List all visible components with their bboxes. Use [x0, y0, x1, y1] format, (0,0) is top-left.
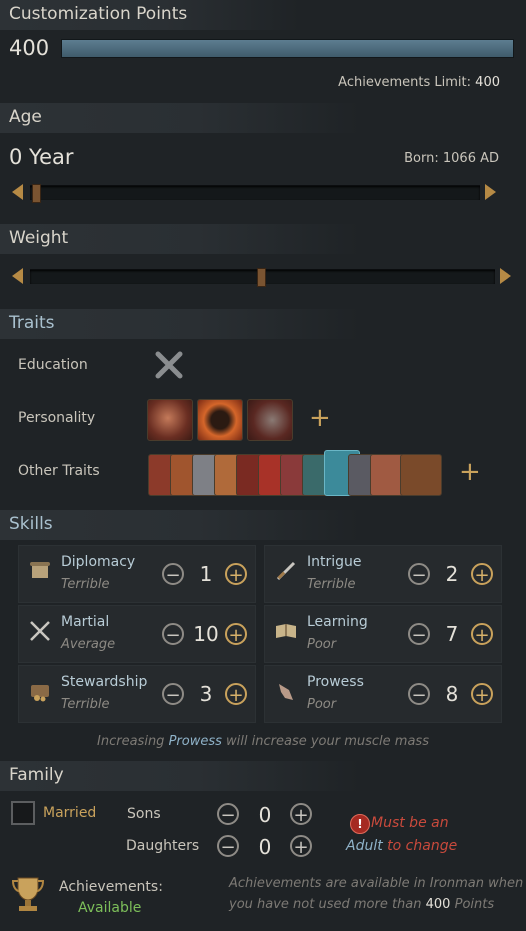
daughters-label: Daughters: [126, 838, 200, 854]
skill-value: 3: [199, 682, 213, 706]
age-slider-handle[interactable]: [32, 184, 41, 203]
warning-line2: Adult to change: [346, 838, 458, 854]
skill-level: Terrible: [307, 577, 356, 592]
skill-name: Stewardship: [61, 674, 148, 690]
decrease-intrigue-button[interactable]: −: [408, 563, 430, 586]
increase-intrigue-button[interactable]: +: [471, 563, 493, 586]
personality-trait-2-icon[interactable]: [197, 399, 243, 441]
born-date: Born: 1066 AD: [404, 151, 499, 166]
skill-value: 8: [445, 682, 459, 706]
daughters-value: 0: [258, 835, 272, 859]
married-label: Married: [43, 805, 97, 821]
skill-value: 1: [199, 562, 213, 586]
skill-level: Average: [61, 637, 116, 652]
increase-sons-button[interactable]: +: [290, 803, 312, 826]
trophy-icon: [10, 874, 46, 914]
skill-value: 2: [445, 562, 459, 586]
personality-trait-1-icon[interactable]: [147, 399, 193, 441]
education-label: Education: [18, 357, 88, 373]
family-header: Family: [0, 761, 360, 791]
skill-value: 7: [445, 622, 459, 646]
increase-learning-button[interactable]: +: [471, 623, 493, 646]
other-traits-label: Other Traits: [18, 463, 100, 479]
achievements-limit: Achievements Limit: 400: [338, 75, 500, 90]
skill-name: Intrigue: [307, 554, 362, 570]
skills-title: Skills: [9, 514, 53, 534]
married-checkbox[interactable]: [11, 801, 35, 825]
traits-title: Traits: [9, 313, 55, 333]
skill-card-martial: Martial Average − 10 +: [18, 605, 256, 663]
skills-header: Skills: [0, 510, 360, 540]
age-value: 0 Year: [9, 145, 74, 169]
skill-level: Terrible: [61, 697, 110, 712]
sons-value: 0: [258, 803, 272, 827]
points-value: 400: [9, 36, 50, 60]
family-title: Family: [9, 765, 64, 785]
scroll-icon: [29, 560, 51, 582]
achievements-note-line1: Achievements are available in Ironman wh…: [229, 876, 524, 891]
skill-name: Diplomacy: [61, 554, 136, 570]
dagger-icon: [275, 560, 297, 582]
age-slider[interactable]: [30, 184, 480, 203]
customization-title: Customization Points: [9, 4, 188, 24]
age-decrease-arrow-icon[interactable]: [12, 184, 23, 200]
increase-diplomacy-button[interactable]: +: [225, 563, 247, 586]
other-trait-icon[interactable]: [370, 454, 404, 496]
skill-name: Learning: [307, 614, 368, 630]
skill-level: Poor: [307, 637, 337, 652]
customization-header: Customization Points: [0, 0, 300, 30]
personality-label: Personality: [18, 410, 96, 426]
skill-level: Terrible: [61, 577, 110, 592]
fist-icon: [275, 680, 297, 702]
skill-card-intrigue: Intrigue Terrible − 2 +: [264, 545, 502, 603]
age-header: Age: [0, 103, 360, 133]
skill-name: Prowess: [307, 674, 364, 690]
achievements-status: Available: [78, 900, 142, 916]
skill-card-stewardship: Stewardship Terrible − 3 +: [18, 665, 256, 723]
add-other-trait-icon[interactable]: +: [459, 459, 481, 485]
sons-label: Sons: [127, 806, 161, 822]
skill-card-prowess: Prowess Poor − 8 +: [264, 665, 502, 723]
points-bar: [61, 39, 514, 58]
weight-slider-handle[interactable]: [257, 268, 266, 287]
warning-icon: !: [350, 814, 370, 834]
decrease-martial-button[interactable]: −: [162, 623, 184, 646]
decrease-diplomacy-button[interactable]: −: [162, 563, 184, 586]
increase-stewardship-button[interactable]: +: [225, 683, 247, 706]
decrease-daughters-button[interactable]: −: [217, 835, 239, 858]
increase-daughters-button[interactable]: +: [290, 835, 312, 858]
weight-increase-arrow-icon[interactable]: [500, 268, 511, 284]
decrease-sons-button[interactable]: −: [217, 803, 239, 826]
decrease-stewardship-button[interactable]: −: [162, 683, 184, 706]
decrease-learning-button[interactable]: −: [408, 623, 430, 646]
achievements-note-line2: you have not used more than 400 Points: [229, 897, 495, 912]
other-trait-icon[interactable]: [400, 454, 442, 496]
increase-martial-button[interactable]: +: [225, 623, 247, 646]
traits-header: Traits: [0, 309, 360, 339]
skills-hint: Increasing Prowess will increase your mu…: [97, 734, 429, 749]
empty-education-icon[interactable]: [154, 350, 184, 380]
other-traits-group: [148, 450, 442, 496]
increase-prowess-button[interactable]: +: [471, 683, 493, 706]
decrease-prowess-button[interactable]: −: [408, 683, 430, 706]
warning-line1: Must be an: [371, 815, 449, 831]
skill-level: Poor: [307, 697, 337, 712]
skill-value: 10: [193, 622, 219, 646]
weight-title: Weight: [9, 228, 69, 248]
weight-header: Weight: [0, 224, 360, 254]
book-icon: [275, 620, 297, 642]
add-personality-icon[interactable]: +: [309, 405, 331, 431]
age-increase-arrow-icon[interactable]: [485, 184, 496, 200]
skill-card-diplomacy: Diplomacy Terrible − 1 +: [18, 545, 256, 603]
skill-card-learning: Learning Poor − 7 +: [264, 605, 502, 663]
crossed-swords-icon: [29, 620, 51, 642]
weight-slider[interactable]: [30, 268, 495, 287]
age-title: Age: [9, 107, 42, 127]
weight-decrease-arrow-icon[interactable]: [12, 268, 23, 284]
achievements-label: Achievements:: [59, 879, 163, 895]
skill-name: Martial: [61, 614, 110, 630]
coin-chest-icon: [29, 680, 51, 702]
personality-trait-3-icon[interactable]: [247, 399, 293, 441]
